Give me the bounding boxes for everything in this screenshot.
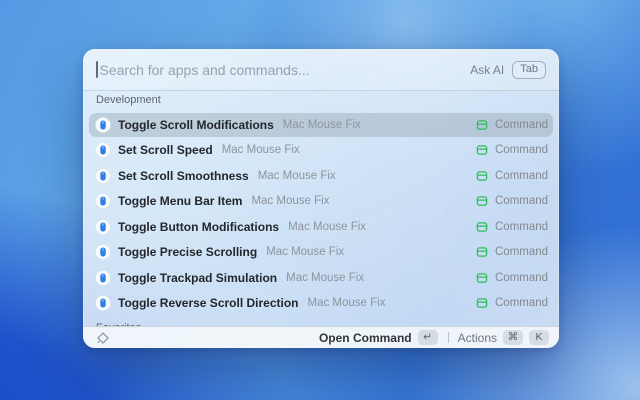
terminal-command-icon	[476, 272, 488, 284]
open-command-button[interactable]: Open Command	[319, 331, 412, 345]
command-app-name: Mac Mouse Fix	[222, 144, 300, 156]
terminal-command-icon	[476, 170, 488, 182]
launcher-window: Search for apps and commands... Ask AI T…	[83, 49, 559, 348]
mac-mouse-fix-icon	[95, 168, 111, 184]
terminal-command-icon	[476, 144, 488, 156]
command-app-name: Mac Mouse Fix	[258, 170, 336, 182]
k-key-badge: K	[529, 330, 549, 345]
command-app-name: Mac Mouse Fix	[286, 272, 364, 284]
command-app-name: Mac Mouse Fix	[288, 221, 366, 233]
tab-key-badge: Tab	[512, 61, 546, 79]
mac-mouse-fix-icon	[95, 244, 111, 260]
search-input[interactable]: Search for apps and commands...	[100, 62, 471, 78]
mac-mouse-fix-icon	[95, 219, 111, 235]
command-title: Set Scroll Smoothness	[118, 169, 249, 183]
command-row[interactable]: Toggle Trackpad Simulation Mac Mouse Fix…	[89, 266, 553, 290]
enter-key-badge: ↵	[418, 330, 438, 345]
command-type-label: Command	[495, 246, 547, 258]
command-row[interactable]: Toggle Reverse Scroll Direction Mac Mous…	[89, 292, 553, 316]
command-title: Toggle Button Modifications	[118, 220, 279, 234]
terminal-command-icon	[476, 221, 488, 233]
search-bar[interactable]: Search for apps and commands... Ask AI T…	[83, 49, 559, 91]
command-title: Toggle Scroll Modifications	[118, 118, 274, 132]
command-row[interactable]: Toggle Scroll Modifications Mac Mouse Fi…	[89, 113, 553, 137]
actions-button[interactable]: Actions	[458, 331, 497, 345]
command-title: Toggle Menu Bar Item	[118, 194, 242, 208]
command-row[interactable]: Toggle Precise Scrolling Mac Mouse Fix C…	[89, 241, 553, 265]
terminal-command-icon	[476, 195, 488, 207]
mac-mouse-fix-icon	[95, 142, 111, 158]
ask-ai-button[interactable]: Ask AI	[470, 63, 504, 77]
footer-divider	[448, 332, 449, 343]
command-type-label: Command	[495, 170, 547, 182]
terminal-command-icon	[476, 119, 488, 131]
mac-mouse-fix-icon	[95, 117, 111, 133]
section-header-development: Development	[89, 91, 553, 113]
command-row[interactable]: Set Scroll Speed Mac Mouse Fix Command	[89, 139, 553, 163]
mac-mouse-fix-icon	[95, 295, 111, 311]
command-app-name: Mac Mouse Fix	[266, 246, 344, 258]
command-title: Toggle Trackpad Simulation	[118, 271, 277, 285]
command-type-label: Command	[495, 144, 547, 156]
command-title: Set Scroll Speed	[118, 143, 213, 157]
raycast-logo-icon	[96, 331, 110, 345]
command-type-label: Command	[495, 195, 547, 207]
command-app-name: Mac Mouse Fix	[251, 195, 329, 207]
command-list: Development Toggle Scroll Modifications …	[83, 91, 559, 328]
action-bar: Open Command ↵ Actions ⌘ K	[83, 326, 559, 348]
command-title: Toggle Precise Scrolling	[118, 245, 257, 259]
command-type-label: Command	[495, 119, 547, 131]
command-app-name: Mac Mouse Fix	[308, 297, 386, 309]
terminal-command-icon	[476, 297, 488, 309]
cmd-key-badge: ⌘	[503, 330, 523, 345]
command-row[interactable]: Set Scroll Smoothness Mac Mouse Fix Comm…	[89, 164, 553, 188]
command-row[interactable]: Toggle Button Modifications Mac Mouse Fi…	[89, 215, 553, 239]
mac-mouse-fix-icon	[95, 193, 111, 209]
terminal-command-icon	[476, 246, 488, 258]
mac-mouse-fix-icon	[95, 270, 111, 286]
text-caret	[96, 61, 98, 78]
command-row[interactable]: Toggle Menu Bar Item Mac Mouse Fix Comma…	[89, 190, 553, 214]
command-app-name: Mac Mouse Fix	[283, 119, 361, 131]
development-rows: Toggle Scroll Modifications Mac Mouse Fi…	[89, 113, 553, 315]
command-type-label: Command	[495, 221, 547, 233]
command-type-label: Command	[495, 272, 547, 284]
command-title: Toggle Reverse Scroll Direction	[118, 296, 299, 310]
command-type-label: Command	[495, 297, 547, 309]
